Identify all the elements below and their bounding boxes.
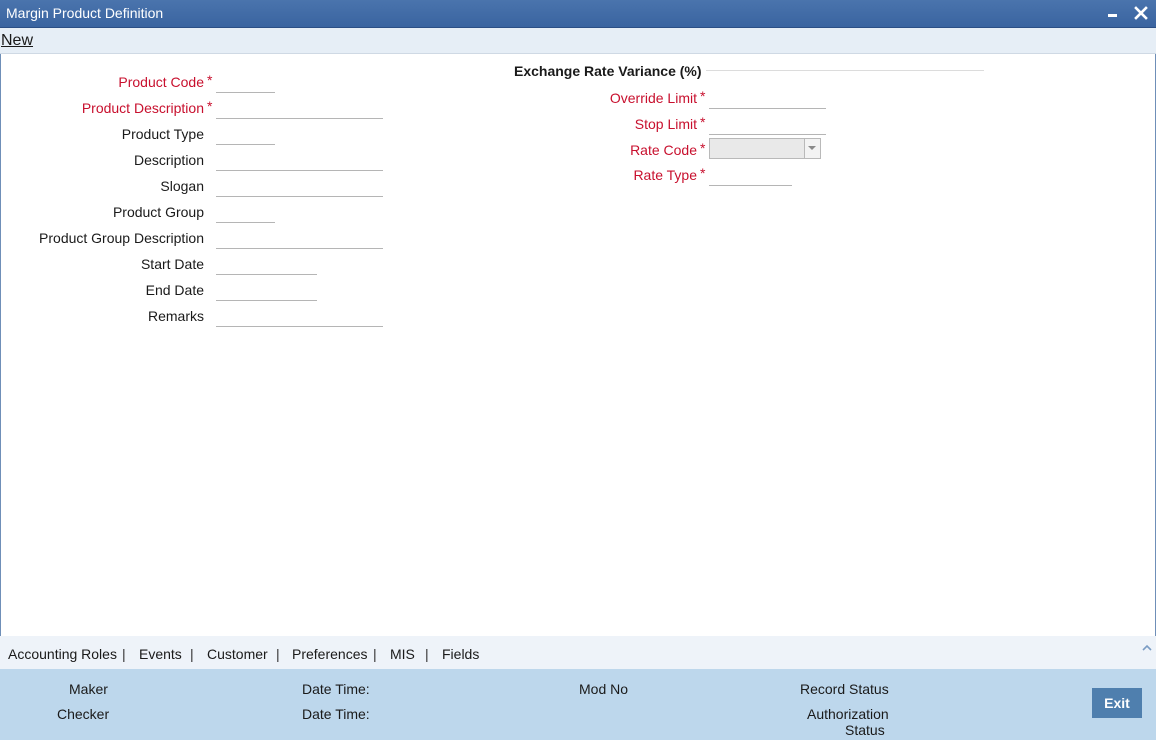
override-limit-field[interactable] — [709, 89, 826, 109]
checker-label: Checker — [57, 706, 110, 722]
tab-separator: | — [276, 646, 280, 662]
tab-separator: | — [122, 646, 126, 662]
rate-code-select[interactable] — [709, 138, 821, 159]
tab-mis[interactable]: MIS — [390, 646, 415, 662]
tab-separator: | — [190, 646, 194, 662]
end-date-label: End Date — [145, 282, 204, 298]
slogan-label: Slogan — [160, 178, 204, 194]
product-type-field[interactable] — [216, 125, 275, 145]
product-group-description-field[interactable] — [216, 229, 383, 249]
required-marker: * — [207, 98, 213, 114]
record-status-label: Record Status — [800, 681, 889, 697]
tab-fields[interactable]: Fields — [442, 646, 479, 662]
section-divider — [706, 70, 984, 71]
authorization-label: Authorization — [807, 706, 889, 722]
start-date-label: Start Date — [140, 256, 204, 272]
close-icon[interactable] — [1132, 4, 1150, 22]
chevron-down-icon — [808, 146, 816, 150]
maker-label: Maker — [69, 681, 108, 697]
checker-date-time-label: Date Time: — [302, 706, 370, 722]
product-group-label: Product Group — [112, 204, 204, 220]
remarks-label: Remarks — [147, 308, 204, 324]
product-type-label: Product Type — [121, 126, 204, 142]
slogan-field[interactable] — [216, 177, 383, 197]
window-title: Margin Product Definition — [6, 5, 164, 21]
override-limit-label: Override Limit — [609, 90, 697, 106]
tab-customer[interactable]: Customer — [207, 646, 268, 662]
required-marker: * — [700, 114, 706, 130]
audit-footer — [0, 669, 1156, 740]
product-description-field[interactable] — [216, 99, 383, 119]
start-date-field[interactable] — [216, 255, 317, 275]
exit-button[interactable]: Exit — [1092, 688, 1142, 718]
product-description-label: Product Description — [81, 100, 204, 116]
menu-bar: New — [0, 28, 1156, 54]
product-code-field[interactable] — [216, 73, 275, 93]
mod-no-label: Mod No — [579, 681, 629, 697]
subsystem-tab-bar: Accounting Roles | Events | Customer | P… — [0, 636, 1156, 669]
product-group-description-label: Product Group Description — [39, 230, 204, 246]
end-date-field[interactable] — [216, 281, 317, 301]
product-code-label: Product Code — [118, 74, 204, 90]
stop-limit-field[interactable] — [709, 115, 826, 135]
stop-limit-label: Stop Limit — [634, 116, 697, 132]
description-field[interactable] — [216, 151, 383, 171]
tab-preferences[interactable]: Preferences — [292, 646, 367, 662]
required-marker: * — [700, 165, 706, 181]
description-label: Description — [133, 152, 204, 168]
rate-code-label: Rate Code — [630, 142, 697, 158]
required-marker: * — [207, 72, 213, 88]
exchange-rate-section-title: Exchange Rate Variance (%) — [514, 63, 702, 79]
required-marker: * — [700, 88, 706, 104]
maker-date-time-label: Date Time: — [302, 681, 370, 697]
rate-type-field[interactable] — [709, 166, 792, 186]
tab-accounting-roles[interactable]: Accounting Roles — [8, 646, 117, 662]
required-marker: * — [700, 140, 706, 156]
new-link[interactable]: New — [1, 32, 33, 50]
title-bar: Margin Product Definition — [0, 0, 1156, 28]
chevron-up-icon[interactable] — [1141, 643, 1153, 653]
tab-separator: | — [373, 646, 377, 662]
rate-type-label: Rate Type — [633, 167, 697, 183]
minimize-icon[interactable] — [1104, 4, 1122, 22]
product-group-field[interactable] — [216, 203, 275, 223]
remarks-field[interactable] — [216, 307, 383, 327]
tab-separator: | — [425, 646, 429, 662]
tab-events[interactable]: Events — [139, 646, 182, 662]
authorization-status-label: Status — [845, 722, 885, 738]
dropdown-button[interactable] — [804, 139, 820, 158]
